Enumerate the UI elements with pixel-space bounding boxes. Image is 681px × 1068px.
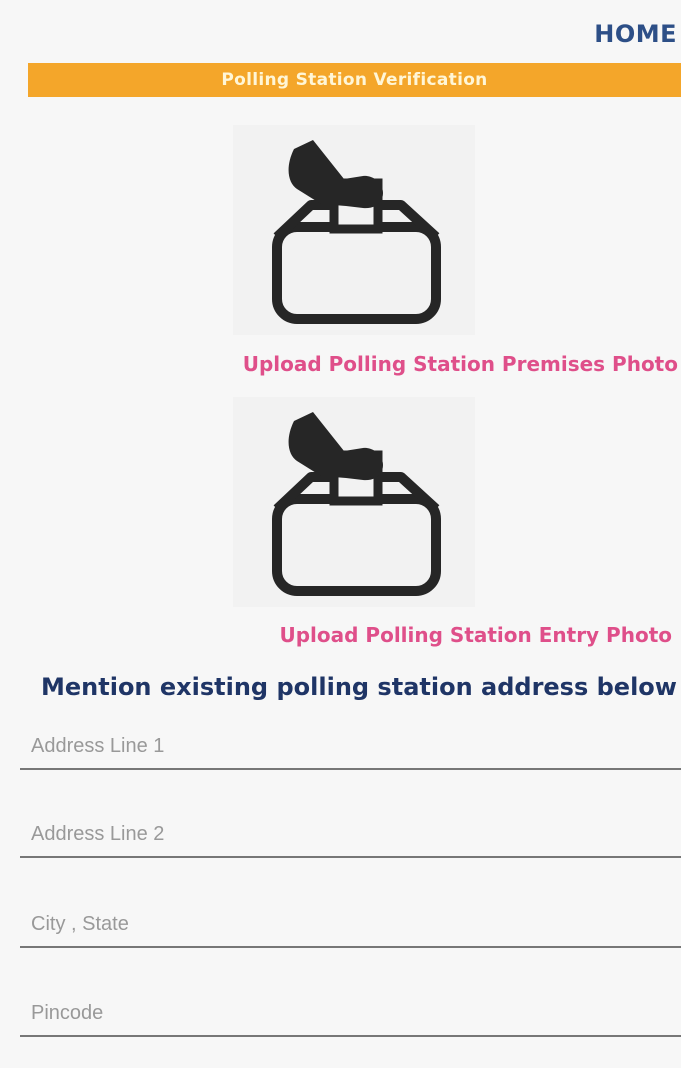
upload-entry-photo-button[interactable]: [233, 397, 475, 607]
pincode-input[interactable]: [31, 993, 651, 1033]
upload-entry-photo-label[interactable]: Upload Polling Station Entry Photo: [280, 623, 673, 647]
address-section-title: Mention existing polling station address…: [41, 673, 677, 701]
address-line-1-input[interactable]: [31, 726, 651, 766]
upload-premises-photo-label[interactable]: Upload Polling Station Premises Photo: [243, 352, 678, 376]
ballot-box-icon: [233, 397, 475, 607]
banner-title: Polling Station Verification: [221, 70, 488, 90]
upload-premises-photo-button[interactable]: [233, 125, 475, 335]
page-banner: Polling Station Verification: [28, 63, 681, 97]
city-state-field: [20, 904, 681, 948]
ballot-box-icon: [233, 125, 475, 335]
home-link[interactable]: HOME: [594, 20, 677, 48]
address-line-2-input[interactable]: [31, 814, 651, 854]
pincode-field: [20, 993, 681, 1037]
address-line-2-field: [20, 814, 681, 858]
city-state-input[interactable]: [31, 904, 651, 944]
address-line-1-field: [20, 726, 681, 770]
